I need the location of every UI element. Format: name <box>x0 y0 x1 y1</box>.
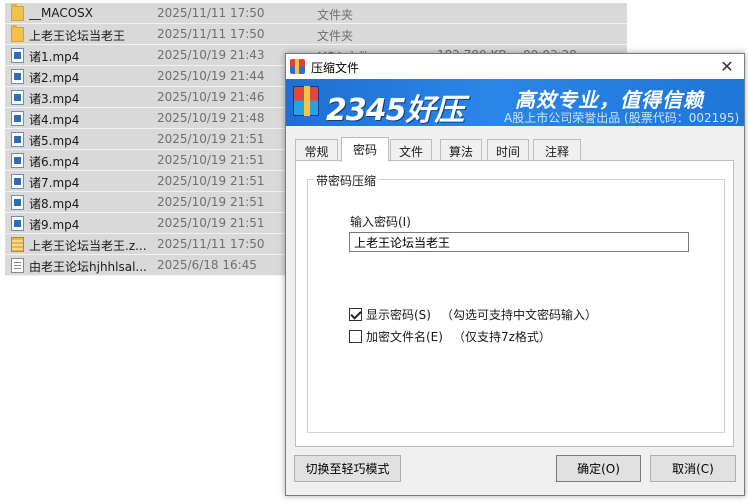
compress-dialog: 压缩文件 ✕ 2345好压 高效专业，值得信赖 A股上市公司荣誉出品 (股票代码… <box>285 53 745 496</box>
dialog-titlebar[interactable]: 压缩文件 ✕ <box>286 54 744 79</box>
file-date: 2025/10/19 21:43 <box>157 48 265 62</box>
tab-files[interactable]: 文件 <box>390 139 432 161</box>
file-date: 2025/10/19 21:51 <box>157 153 265 167</box>
file-name: 诸8.mp4 <box>29 197 80 211</box>
show-password-label: 显示密码(S) <box>366 308 431 322</box>
ok-button[interactable]: 确定(O) <box>556 455 641 482</box>
cancel-button[interactable]: 取消(C) <box>650 455 736 482</box>
switch-mode-button[interactable]: 切换至轻巧模式 <box>294 455 401 482</box>
encrypt-filenames-label: 加密文件名(E) <box>366 330 443 344</box>
video-file-icon <box>11 90 24 105</box>
file-name: 诸2.mp4 <box>29 71 80 85</box>
password-group: 带密码压缩 输入密码(I) 显示密码(S) （勾选可支持中文密码输入） 加密文件… <box>307 172 725 433</box>
group-title: 带密码压缩 <box>314 172 379 189</box>
video-file-icon <box>11 195 24 210</box>
file-name: 诸5.mp4 <box>29 134 80 148</box>
banner-subline: A股上市公司荣誉出品 (股票代码：002195) <box>504 111 740 125</box>
file-type: 文件夹 <box>317 29 354 43</box>
video-file-icon <box>11 174 24 189</box>
file-name: 由老王论坛hjhhlsal... <box>29 260 147 274</box>
file-name: 诸6.mp4 <box>29 155 80 169</box>
file-date: 2025/10/19 21:46 <box>157 90 265 104</box>
show-password-option[interactable]: 显示密码(S) （勾选可支持中文密码输入） <box>349 306 597 323</box>
dialog-title: 压缩文件 <box>311 61 360 75</box>
file-date: 2025/10/19 21:51 <box>157 174 265 188</box>
password-input[interactable] <box>349 232 689 252</box>
archive-app-icon <box>290 59 305 74</box>
file-name: 诸9.mp4 <box>29 218 80 232</box>
folder-icon <box>11 25 24 42</box>
encrypt-filenames-option[interactable]: 加密文件名(E) （仅支持7z格式） <box>349 328 551 345</box>
file-row[interactable]: 上老王论坛当老王 2025/11/11 17:50 文件夹 <box>5 24 627 45</box>
file-name: 诸7.mp4 <box>29 176 80 190</box>
archive-logo-icon <box>293 86 319 116</box>
file-name: 诸3.mp4 <box>29 92 80 106</box>
zip-file-icon <box>11 237 24 252</box>
video-file-icon <box>11 48 24 63</box>
file-date: 2025/11/11 17:50 <box>157 27 265 41</box>
file-row[interactable]: __MACOSX 2025/11/11 17:50 文件夹 <box>5 3 627 24</box>
file-date: 2025/10/19 21:48 <box>157 111 265 125</box>
file-name: 上老王论坛当老王 <box>29 29 126 43</box>
show-password-checkbox[interactable] <box>349 308 362 321</box>
file-date: 2025/11/11 17:50 <box>157 6 265 20</box>
video-file-icon <box>11 153 24 168</box>
file-date: 2025/10/19 21:44 <box>157 69 265 83</box>
brand-logo-text: 2345好压 <box>326 93 464 126</box>
encrypt-filenames-checkbox[interactable] <box>349 330 362 343</box>
file-name: 上老王论坛当老王.z... <box>29 239 147 253</box>
tab-general[interactable]: 常规 <box>295 139 338 161</box>
password-label: 输入密码(I) <box>350 215 411 229</box>
video-file-icon <box>11 69 24 84</box>
brand-banner: 2345好压 高效专业，值得信赖 A股上市公司荣誉出品 (股票代码：002195… <box>286 79 744 126</box>
tab-comment[interactable]: 注释 <box>533 139 581 161</box>
close-button[interactable]: ✕ <box>710 54 744 79</box>
file-date: 2025/10/19 21:51 <box>157 132 265 146</box>
encrypt-filenames-hint: （仅支持7z格式） <box>452 330 551 344</box>
file-date: 2025/6/18 16:45 <box>157 258 257 272</box>
text-file-icon <box>11 258 24 273</box>
file-date: 2025/11/11 17:50 <box>157 237 265 251</box>
file-name: 诸4.mp4 <box>29 113 80 127</box>
tab-password[interactable]: 密码 <box>341 137 389 162</box>
file-date: 2025/10/19 21:51 <box>157 195 265 209</box>
folder-icon <box>11 4 24 21</box>
show-password-hint: （勾选可支持中文密码输入） <box>440 308 597 322</box>
video-file-icon <box>11 111 24 126</box>
video-file-icon <box>11 132 24 147</box>
file-type: 文件夹 <box>317 8 354 22</box>
file-name: 诸1.mp4 <box>29 50 80 64</box>
password-tab-pane: 带密码压缩 输入密码(I) 显示密码(S) （勾选可支持中文密码输入） 加密文件… <box>295 160 734 447</box>
file-name: __MACOSX <box>29 6 94 20</box>
video-file-icon <box>11 216 24 231</box>
file-date: 2025/10/19 21:51 <box>157 216 265 230</box>
tab-algorithm[interactable]: 算法 <box>440 139 482 161</box>
tab-time[interactable]: 时间 <box>487 139 529 161</box>
